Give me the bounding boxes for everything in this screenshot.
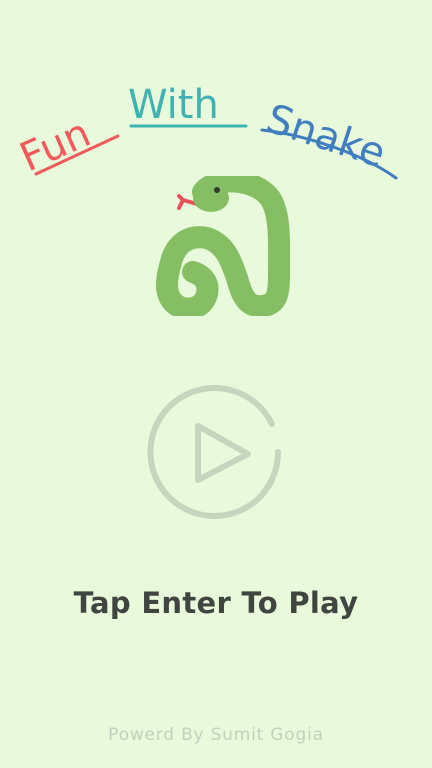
svg-text:With: With <box>128 82 219 128</box>
title-word-snake: Snake <box>260 96 398 180</box>
footer-credit: Powerd By Sumit Gogia <box>108 725 324 745</box>
start-screen: Fun With Snake Tap Enter To Play Powerd … <box>0 0 432 768</box>
svg-text:Fun: Fun <box>13 110 97 181</box>
play-icon <box>147 385 282 519</box>
play-button[interactable] <box>146 382 286 522</box>
svg-text:Snake: Snake <box>261 96 391 177</box>
title-word-fun: Fun <box>13 110 120 181</box>
tap-to-play-prompt: Tap Enter To Play <box>73 586 359 620</box>
snake-icon <box>156 176 290 316</box>
title-word-with: With <box>128 82 248 128</box>
